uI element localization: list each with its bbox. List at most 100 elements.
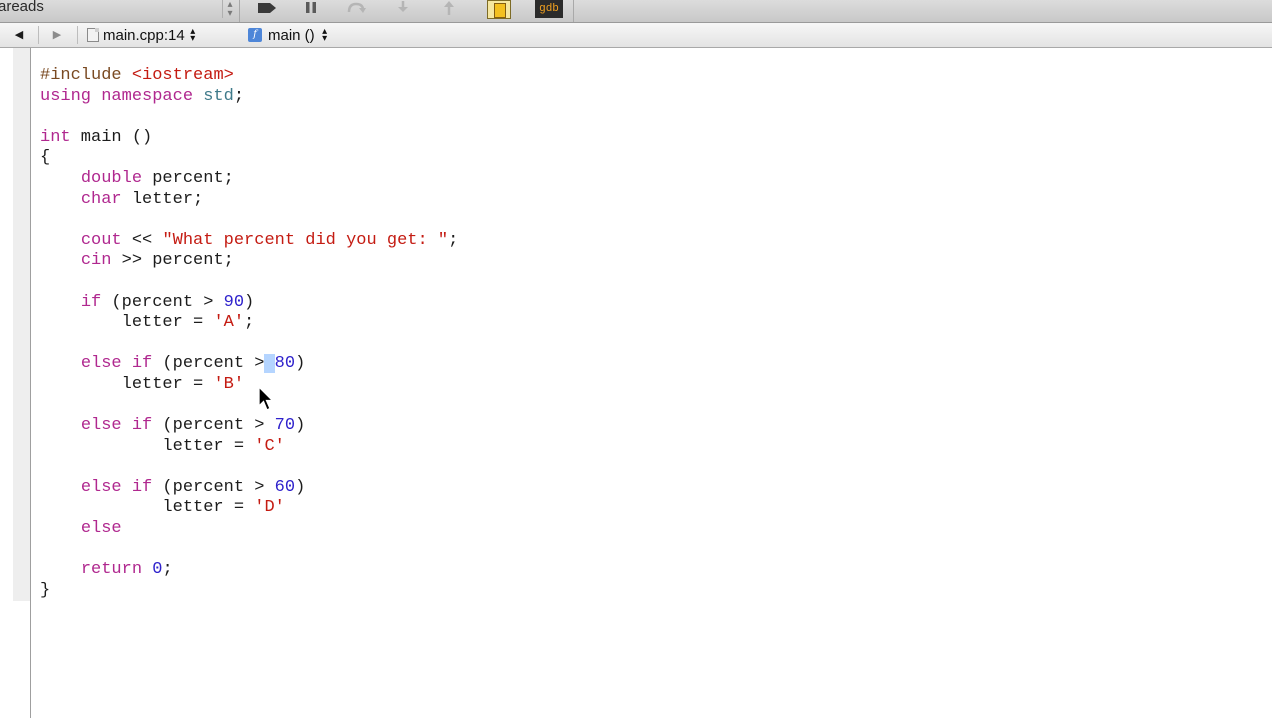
gutter-divider bbox=[30, 48, 31, 718]
pause-button[interactable] bbox=[302, 0, 320, 16]
code-token: letter = bbox=[40, 313, 214, 333]
code-token: 'C' bbox=[254, 436, 285, 456]
code-line: letter = 'B' bbox=[40, 375, 458, 396]
code-editor[interactable]: #include <iostream> using namespace std; i… bbox=[40, 66, 458, 601]
toolbar-divider bbox=[573, 0, 574, 22]
code-token: 'D' bbox=[254, 498, 285, 518]
code-line: letter = 'C' bbox=[40, 437, 458, 458]
code-token: letter = bbox=[40, 498, 255, 518]
code-token: if bbox=[80, 292, 102, 312]
code-token: ; bbox=[244, 313, 255, 333]
popup-arrows-icon: ▴ ▾ bbox=[190, 26, 196, 44]
code-token: 0 bbox=[152, 560, 163, 580]
code-token: 60 bbox=[274, 477, 296, 497]
code-token: #include bbox=[40, 66, 132, 85]
code-token: { bbox=[40, 148, 51, 168]
step-out-icon bbox=[444, 1, 454, 15]
code-token: ) bbox=[295, 416, 306, 436]
code-token bbox=[264, 354, 275, 374]
code-line: } bbox=[40, 581, 458, 602]
step-out-button[interactable] bbox=[440, 0, 458, 16]
code-token: } bbox=[40, 580, 51, 600]
code-line: using namespace std; bbox=[40, 87, 458, 108]
code-token: letter; bbox=[121, 189, 204, 209]
code-token: (percent > bbox=[152, 354, 265, 374]
code-token: letter = bbox=[40, 436, 255, 456]
step-over-button[interactable] bbox=[345, 0, 367, 16]
threads-popup-stepper[interactable]: ▴ ▾ bbox=[222, 0, 237, 19]
threads-label: areads bbox=[0, 0, 44, 15]
popup-arrows-icon: ▴ ▾ bbox=[322, 26, 328, 44]
code-token: 'B' bbox=[213, 374, 245, 394]
code-line: { bbox=[40, 148, 458, 169]
console-button[interactable] bbox=[487, 0, 511, 19]
function-popup-label: main () bbox=[268, 26, 315, 44]
code-line: else if (percent > 80) bbox=[40, 354, 458, 375]
code-line: cin >> percent; bbox=[40, 251, 458, 272]
code-line: int main () bbox=[40, 128, 458, 149]
code-line: else bbox=[40, 519, 458, 540]
pause-icon bbox=[306, 2, 316, 13]
code-line: char letter; bbox=[40, 190, 458, 211]
nav-divider bbox=[38, 26, 39, 44]
code-line: else if (percent > 70) bbox=[40, 416, 458, 437]
step-into-button[interactable] bbox=[394, 0, 412, 16]
code-token: ; bbox=[162, 560, 173, 580]
code-token: double bbox=[80, 168, 143, 188]
code-token: int bbox=[40, 127, 71, 147]
step-into-icon bbox=[398, 1, 408, 12]
code-token: ; bbox=[233, 86, 245, 106]
step-over-icon bbox=[347, 2, 366, 13]
code-token: ) bbox=[295, 354, 306, 374]
nav-divider bbox=[77, 26, 78, 44]
code-line: else if (percent > 60) bbox=[40, 478, 458, 499]
code-token: 80 bbox=[274, 354, 296, 374]
code-token: cout bbox=[80, 230, 122, 250]
code-token: ; bbox=[448, 230, 459, 250]
code-line: letter = 'A'; bbox=[40, 313, 458, 334]
code-token: else if bbox=[80, 477, 153, 497]
breakpoint-arrow-icon bbox=[258, 3, 276, 13]
code-token: using namespace bbox=[40, 86, 204, 106]
console-icon bbox=[494, 3, 506, 18]
code-line: if (percent > 90) bbox=[40, 293, 458, 314]
toolbar-divider bbox=[239, 0, 240, 22]
code-token: "What percent did you get: " bbox=[162, 230, 449, 250]
code-token: else if bbox=[80, 416, 153, 436]
forward-arrow-icon[interactable]: ▶ bbox=[44, 27, 70, 43]
code-token: (percent > bbox=[152, 477, 275, 497]
back-arrow-icon[interactable]: ◀ bbox=[6, 27, 32, 43]
code-line: return 0; bbox=[40, 560, 458, 581]
code-token: >> percent; bbox=[111, 251, 234, 271]
code-token: std bbox=[203, 86, 234, 106]
code-token: 70 bbox=[274, 416, 296, 436]
code-token: letter = bbox=[40, 374, 214, 394]
code-token: (percent > bbox=[152, 416, 275, 436]
breakpoints-toggle-button[interactable] bbox=[256, 0, 278, 16]
function-icon: f bbox=[248, 28, 262, 42]
code-token: main () bbox=[70, 127, 153, 147]
code-token: cin bbox=[80, 251, 112, 271]
debugger-toolbar: areads ▴ ▾ gdb bbox=[0, 0, 1272, 23]
gdb-button[interactable]: gdb bbox=[535, 0, 563, 18]
editor-gutter bbox=[13, 48, 30, 601]
file-popup[interactable]: main.cpp:14 ▴ ▾ bbox=[87, 26, 197, 44]
code-token: char bbox=[80, 189, 122, 209]
function-popup[interactable]: f main () ▴ ▾ bbox=[248, 26, 329, 44]
